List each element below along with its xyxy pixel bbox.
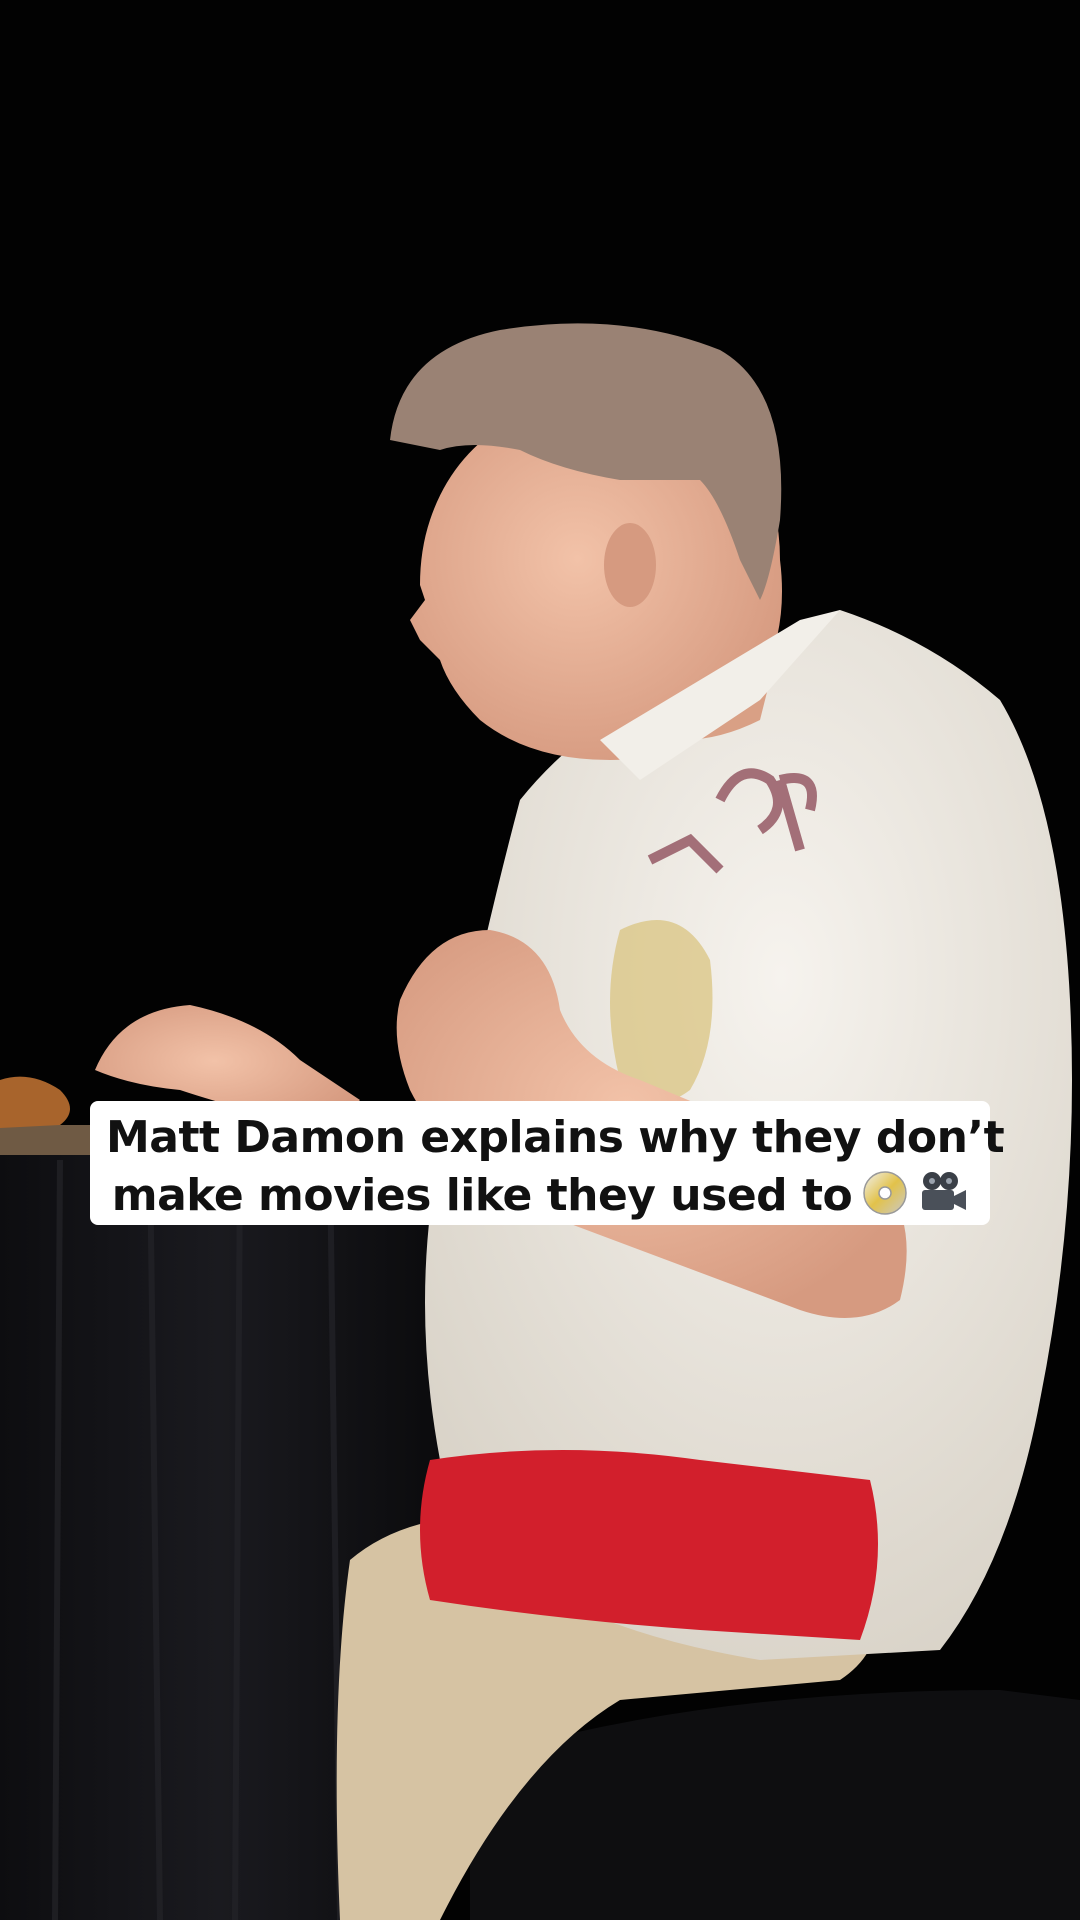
movie-camera-icon bbox=[918, 1170, 968, 1231]
video-frame: Matt Damon explains why they don’t make … bbox=[0, 0, 1080, 1920]
dvd-disc-icon bbox=[862, 1170, 908, 1231]
caption-line-1: Matt Damon explains why they don’t bbox=[106, 1112, 1005, 1163]
caption-line-2: make movies like they used to bbox=[106, 1167, 974, 1231]
ear bbox=[604, 523, 656, 607]
caption-line-2-text: make movies like they used to bbox=[111, 1170, 853, 1221]
video-still bbox=[0, 0, 1080, 1920]
video-caption: Matt Damon explains why they don’t make … bbox=[90, 1101, 1005, 1225]
